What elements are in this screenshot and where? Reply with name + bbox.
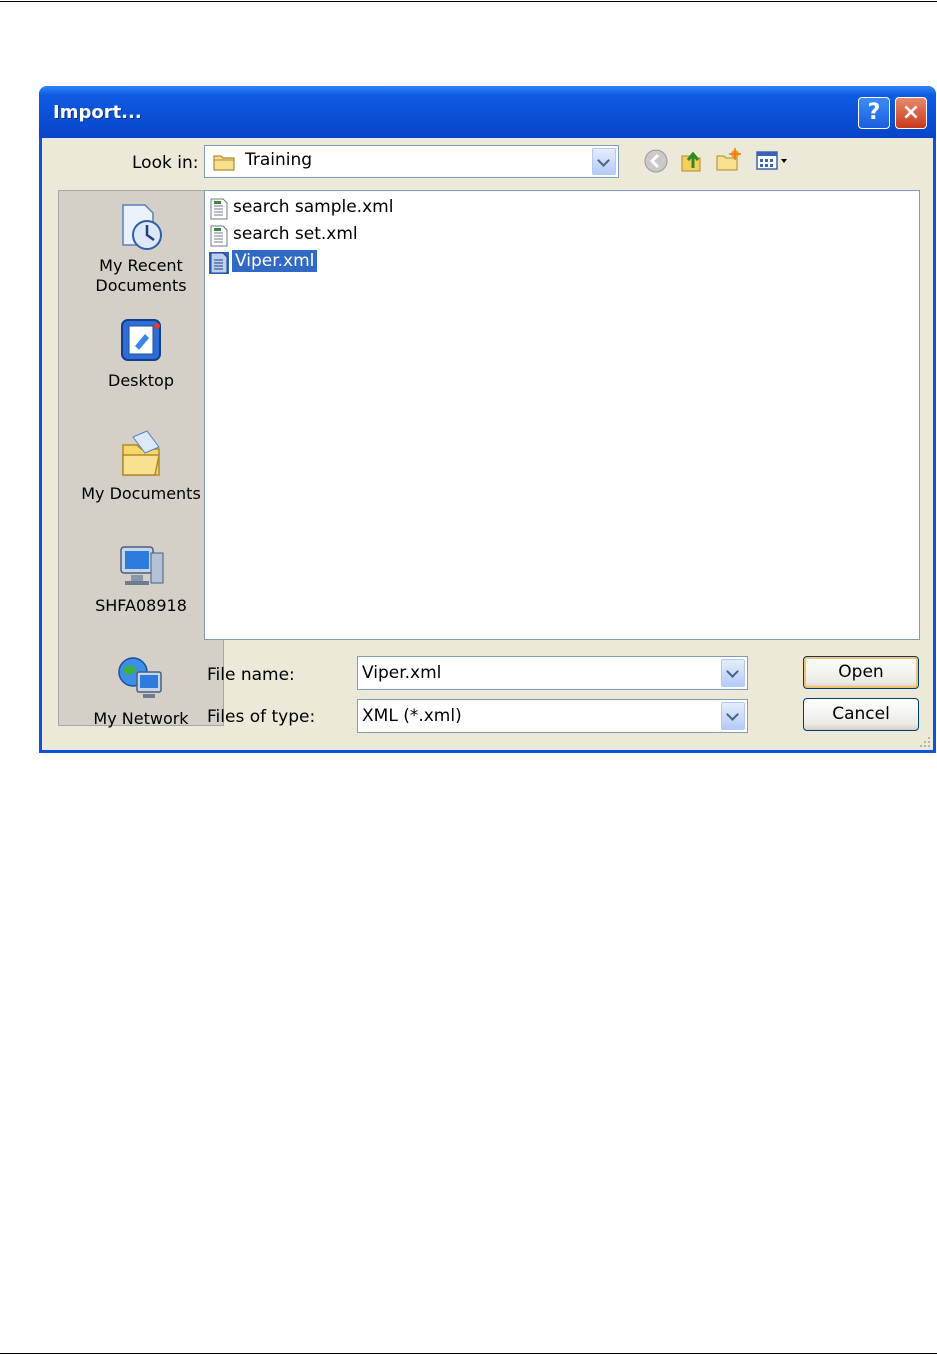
recent-documents-icon [122, 204, 162, 250]
page-bottom-rule [0, 1353, 937, 1354]
places-bar: My Recent Documents Desktop My Documents [58, 190, 224, 729]
file-name-value: Viper.xml [362, 663, 442, 683]
folder-icon [213, 153, 235, 175]
place-label: SHFA08918 [95, 596, 187, 615]
file-name: search set.xml [233, 224, 358, 244]
place-my-network[interactable]: My Network [59, 654, 223, 729]
file-name: Viper.xml [232, 250, 318, 272]
file-type-value: XML (*.xml) [362, 706, 462, 726]
file-name: search sample.xml [233, 197, 394, 217]
xml-file-icon [209, 198, 229, 220]
title-bar[interactable]: Import... ? × [39, 86, 936, 138]
close-button[interactable]: × [895, 97, 927, 129]
open-button[interactable]: Open [803, 656, 919, 689]
new-folder-icon[interactable] [714, 146, 742, 174]
cancel-button[interactable]: Cancel [803, 698, 919, 731]
my-computer-icon [120, 546, 164, 585]
page-top-rule [0, 1, 937, 2]
file-name-label: File name: [207, 665, 295, 685]
place-my-recent-documents[interactable]: My Recent Documents [59, 201, 223, 296]
file-list[interactable]: search sample.xml search set.xml Viper.x… [204, 190, 920, 640]
file-name-dropdown-arrow[interactable] [721, 659, 745, 687]
window-title: Import... [53, 102, 142, 123]
place-label: My Recent Documents [95, 256, 187, 295]
my-documents-icon [122, 430, 160, 476]
look-in-combo[interactable]: Training [204, 145, 619, 178]
place-label: My Network [93, 709, 189, 728]
xml-file-icon [209, 225, 229, 247]
file-type-label: Files of type: [207, 707, 316, 727]
place-my-computer[interactable]: SHFA08918 [59, 541, 223, 616]
up-folder-icon[interactable] [677, 146, 705, 174]
dialog-client-area: Look in: Training My Recent Documents De… [42, 138, 933, 750]
my-network-icon [118, 657, 162, 698]
look-in-dropdown-arrow[interactable] [592, 148, 616, 175]
file-name-input[interactable]: Viper.xml [357, 656, 748, 690]
help-button[interactable]: ? [858, 97, 890, 129]
file-type-dropdown-arrow[interactable] [721, 702, 745, 730]
look-in-value: Training [245, 150, 313, 170]
import-dialog: Import... ? × Look in: Training My Recen… [39, 86, 936, 753]
xml-file-icon [209, 252, 229, 274]
place-desktop[interactable]: Desktop [59, 316, 223, 391]
place-label: Desktop [108, 371, 174, 390]
place-label: My Documents [81, 484, 201, 503]
file-type-select[interactable]: XML (*.xml) [357, 699, 748, 733]
place-my-documents[interactable]: My Documents [59, 429, 223, 504]
look-in-label: Look in: [132, 153, 199, 173]
back-arrow-icon[interactable] [642, 146, 670, 174]
views-menu-icon[interactable] [754, 146, 792, 174]
resize-grip-icon[interactable] [917, 734, 931, 748]
desktop-icon [121, 319, 161, 361]
